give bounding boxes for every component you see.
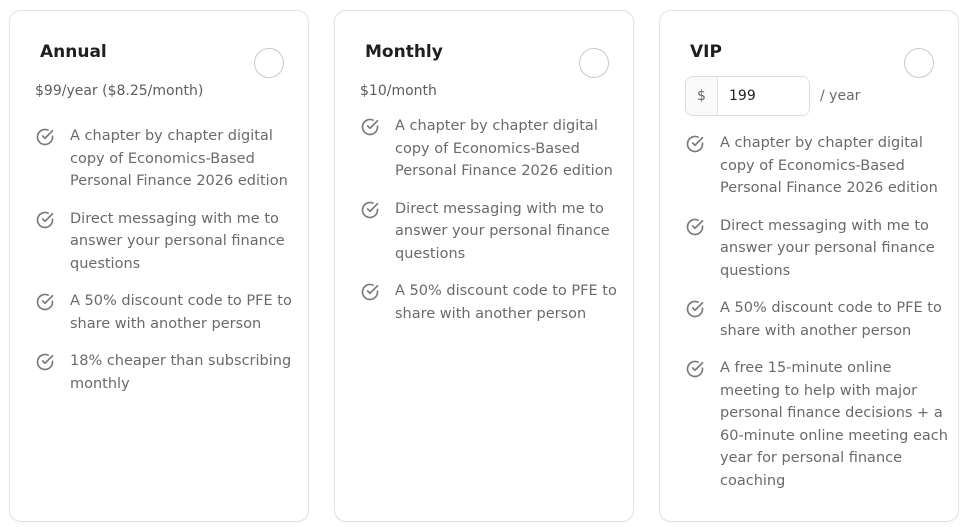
feature-text: A 50% discount code to PFE to share with…: [70, 293, 292, 332]
check-circle-icon: [36, 293, 54, 311]
plan-title: Annual: [40, 42, 107, 62]
period-label: / year: [820, 88, 861, 104]
feature-text: A 50% discount code to PFE to share with…: [720, 300, 942, 339]
plan-card-annual[interactable]: Annual $99/year ($8.25/month) A chapter …: [9, 10, 309, 522]
plan-card-monthly[interactable]: Monthly $10/month A chapter by chapter d…: [334, 10, 634, 522]
check-circle-icon: [361, 283, 379, 301]
currency-symbol: $: [686, 77, 718, 115]
check-circle-icon: [686, 135, 704, 153]
feature-text: 18% cheaper than subscribing monthly: [70, 353, 292, 392]
feature-item: Direct messaging with me to answer your …: [360, 198, 623, 266]
feature-text: A free 15-minute online meeting to help …: [720, 360, 948, 489]
feature-item: A 50% discount code to PFE to share with…: [685, 297, 948, 342]
feature-item: A 50% discount code to PFE to share with…: [35, 290, 298, 335]
plan-price: $10/month: [360, 83, 437, 99]
check-circle-icon: [686, 360, 704, 378]
feature-text: Direct messaging with me to answer your …: [70, 210, 285, 272]
feature-text: Direct messaging with me to answer your …: [395, 200, 610, 262]
check-circle-icon: [36, 128, 54, 146]
feature-list: A chapter by chapter digital copy of Eco…: [685, 132, 948, 507]
check-circle-icon: [686, 218, 704, 235]
plan-radio-monthly[interactable]: [579, 48, 609, 78]
vip-price-row: $ / year: [685, 76, 860, 116]
feature-item: Direct messaging with me to answer your …: [685, 215, 948, 283]
plan-title: Monthly: [365, 42, 443, 62]
feature-item: A 50% discount code to PFE to share with…: [360, 280, 623, 325]
feature-text: A chapter by chapter digital copy of Eco…: [395, 118, 613, 179]
plan-radio-vip[interactable]: [904, 48, 934, 78]
amount-field: $: [685, 76, 810, 116]
feature-text: A chapter by chapter digital copy of Eco…: [70, 128, 288, 189]
plan-title: VIP: [690, 42, 722, 62]
feature-list: A chapter by chapter digital copy of Eco…: [360, 115, 623, 340]
feature-list: A chapter by chapter digital copy of Eco…: [35, 125, 298, 410]
plan-card-vip[interactable]: VIP $ / year A chapter by chapter digita…: [659, 10, 959, 522]
feature-item: A chapter by chapter digital copy of Eco…: [685, 132, 948, 200]
check-circle-icon: [361, 201, 379, 218]
check-circle-icon: [361, 118, 379, 136]
feature-text: Direct messaging with me to answer your …: [720, 217, 935, 279]
feature-item: 18% cheaper than subscribing monthly: [35, 350, 298, 395]
feature-item: A free 15-minute online meeting to help …: [685, 357, 948, 492]
plan-radio-annual[interactable]: [254, 48, 284, 78]
plan-price: $99/year ($8.25/month): [35, 83, 204, 99]
feature-text: A chapter by chapter digital copy of Eco…: [720, 135, 938, 196]
feature-text: A 50% discount code to PFE to share with…: [395, 283, 617, 322]
feature-item: A chapter by chapter digital copy of Eco…: [35, 125, 298, 193]
amount-input[interactable]: [718, 77, 809, 115]
feature-item: A chapter by chapter digital copy of Eco…: [360, 115, 623, 183]
check-circle-icon: [36, 211, 54, 228]
check-circle-icon: [36, 353, 54, 371]
feature-item: Direct messaging with me to answer your …: [35, 208, 298, 276]
check-circle-icon: [686, 300, 704, 318]
